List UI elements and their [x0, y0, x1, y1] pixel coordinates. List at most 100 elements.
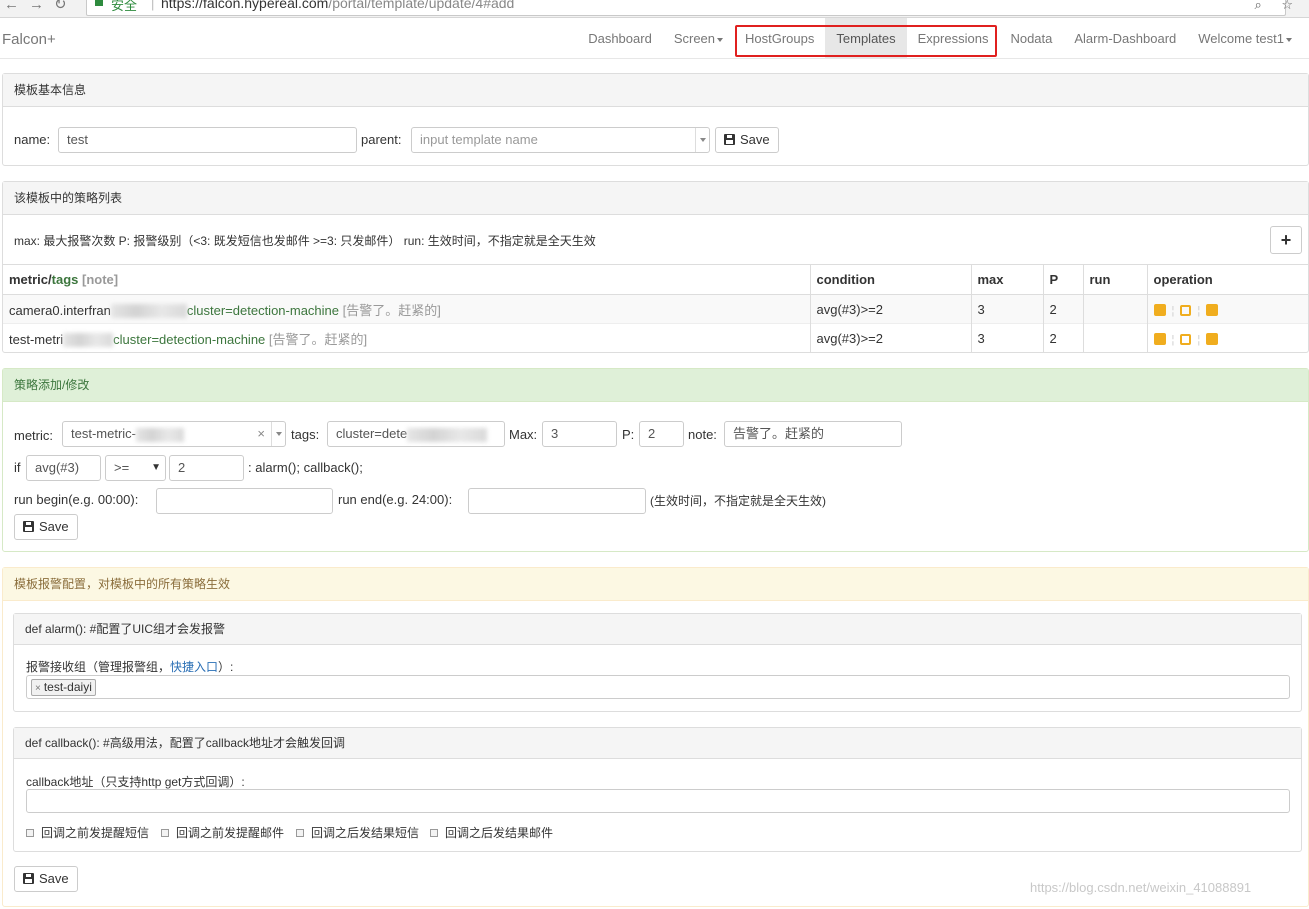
max-label: Max:	[509, 427, 538, 442]
column-header-condition: condition	[809, 264, 971, 295]
callback-url-input[interactable]	[26, 789, 1290, 813]
run-end-label: run end(e.g. 24:00):	[338, 492, 453, 507]
run-begin-input[interactable]	[156, 488, 333, 514]
remove-chip-icon[interactable]: ×	[35, 683, 41, 694]
receiver-group-input[interactable]: × test-daiyi	[26, 675, 1290, 699]
table-row: camera0.interfran cluster=detection-machi…	[3, 294, 1308, 324]
nav-user-menu[interactable]: Welcome test1	[1187, 18, 1303, 59]
panel-title: 模板基本信息	[3, 74, 1308, 107]
callback-label: callback地址（只支持http get方式回调）:	[26, 775, 245, 789]
browser-nav-icons[interactable]: ←→↻	[4, 0, 77, 13]
template-name-input[interactable]: test	[58, 127, 357, 153]
add-strategy-button[interactable]: +	[1270, 226, 1302, 254]
operator-select[interactable]: >= ▼	[105, 455, 166, 481]
metric-tags: cluster=detection-machine	[186, 302, 339, 318]
top-navbar: Falcon+ Dashboard Screen HostGroups Temp…	[0, 18, 1309, 59]
strategy-table: metric/tags [note] condition max P run o…	[3, 264, 1308, 353]
run-cell	[1082, 323, 1147, 353]
clear-icon[interactable]: ×	[257, 422, 265, 446]
name-label: name:	[14, 132, 51, 147]
url-host: https://falcon.hypereal.com	[161, 0, 329, 11]
copy-icon[interactable]	[1153, 333, 1166, 346]
brand-logo[interactable]: Falcon+	[2, 31, 56, 48]
save-strategy-button[interactable]: Save	[14, 514, 78, 540]
strategy-legend: max: 最大报警次数 P: 报警级别（<3: 既发短信也发邮件 >=3: 只发…	[14, 234, 596, 248]
caret-down-icon	[717, 37, 724, 42]
checkbox-pre-sms[interactable]: 回调之前发提醒短信	[26, 824, 149, 841]
run-begin-label: run begin(e.g. 00:00):	[14, 492, 139, 507]
metric-tags: cluster=detection-machine	[113, 331, 266, 347]
floppy-disk-icon	[724, 134, 735, 145]
parent-label: parent:	[361, 132, 402, 147]
p-cell: 2	[1042, 294, 1083, 324]
column-header-operation: operation	[1146, 264, 1308, 295]
browser-address-bar: ←→↻ 安全 | https://falcon.hypereal.com/por…	[0, 0, 1309, 18]
redacted-text	[136, 427, 184, 442]
floppy-disk-icon	[23, 873, 34, 884]
note-input[interactable]: 告警了。赶紧的	[724, 421, 902, 447]
floppy-disk-icon	[23, 521, 34, 532]
checkbox-icon	[296, 829, 304, 837]
run-end-input[interactable]	[468, 488, 646, 514]
alarm-subpanel: def alarm(): #配置了UIC组才会发报警 报警接收组（管理报警组，快…	[13, 613, 1302, 712]
metric-select[interactable]: test-metric- ×	[62, 421, 286, 447]
edit-icon[interactable]	[1180, 333, 1192, 345]
checkbox-post-mail[interactable]: 回调之后发结果邮件	[430, 824, 553, 841]
chevron-down-icon	[695, 128, 709, 152]
trash-icon[interactable]	[1206, 304, 1219, 317]
table-row: test-metri cluster=detection-machine [告警了…	[3, 323, 1308, 353]
threshold-input[interactable]: 2	[169, 455, 244, 481]
chevron-down-icon	[271, 422, 285, 446]
priority-input[interactable]: 2	[639, 421, 684, 447]
trash-icon[interactable]	[1206, 333, 1219, 346]
checkbox-icon	[161, 829, 169, 837]
p-cell: 2	[1042, 323, 1083, 353]
copy-icon[interactable]	[1153, 304, 1166, 317]
panel-title: 该模板中的策略列表	[3, 182, 1308, 215]
nav-expressions[interactable]: Expressions	[907, 18, 1000, 59]
note-label: note:	[688, 427, 717, 442]
p-label: P:	[622, 427, 635, 442]
strategy-edit-panel: 策略添加/修改 metric: test-metric- × tags: clu…	[2, 368, 1309, 552]
browser-tool-icons[interactable]: ⌕ ☆	[1254, 0, 1301, 13]
nav-alarm-dashboard[interactable]: Alarm-Dashboard	[1063, 18, 1187, 59]
lock-icon	[95, 0, 103, 6]
nav-menu: Dashboard Screen HostGroups Templates Ex…	[577, 18, 1303, 59]
checkbox-pre-mail[interactable]: 回调之前发提醒邮件	[161, 824, 284, 841]
checkbox-icon	[430, 829, 438, 837]
checkbox-post-sms[interactable]: 回调之后发结果短信	[296, 824, 419, 841]
receiver-chip: × test-daiyi	[31, 679, 96, 696]
panel-title: 模板报警配置，对模板中的所有策略生效	[3, 568, 1308, 601]
max-input[interactable]: 3	[542, 421, 617, 447]
metric-note: [告警了。赶紧的]	[342, 302, 441, 318]
save-template-button[interactable]: Save	[715, 127, 779, 153]
max-cell: 3	[970, 294, 1043, 324]
alarm-config-panel: 模板报警配置，对模板中的所有策略生效 def alarm(): #配置了UIC组…	[2, 567, 1309, 907]
metric-name: test-metri	[9, 331, 64, 347]
condition-cell: avg(#3)>=2	[809, 323, 971, 353]
metric-note: [告警了。赶紧的]	[268, 331, 368, 347]
if-label: if	[14, 460, 21, 475]
column-header-p: P	[1042, 264, 1083, 295]
nav-nodata[interactable]: Nodata	[999, 18, 1063, 59]
tags-input[interactable]: cluster=dete	[327, 421, 505, 447]
edit-icon[interactable]	[1180, 304, 1192, 316]
metric-label: metric:	[14, 428, 53, 443]
url-path: /portal/template/update/4#add	[328, 0, 515, 11]
nav-hostgroups[interactable]: HostGroups	[734, 18, 825, 59]
nav-screen[interactable]: Screen	[663, 18, 734, 59]
nav-templates[interactable]: Templates	[825, 18, 907, 59]
nav-dashboard[interactable]: Dashboard	[577, 18, 663, 59]
metric-name: camera0.interfran	[9, 302, 111, 318]
triangle-down-icon: ▼	[151, 462, 161, 473]
save-alarm-config-button[interactable]: Save	[14, 866, 78, 892]
function-input[interactable]: avg(#3)	[26, 455, 101, 481]
parent-template-select[interactable]: input template name	[411, 127, 710, 153]
condition-cell: avg(#3)>=2	[809, 294, 971, 324]
url-field[interactable]: 安全 | https://falcon.hypereal.com/portal/…	[86, 0, 1286, 16]
max-cell: 3	[970, 323, 1043, 353]
caret-down-icon	[1286, 37, 1292, 42]
quick-entry-link[interactable]: 快捷入口	[170, 660, 218, 674]
run-hint: (生效时间，不指定就是全天生效)	[650, 494, 826, 508]
column-header-max: max	[970, 264, 1043, 295]
